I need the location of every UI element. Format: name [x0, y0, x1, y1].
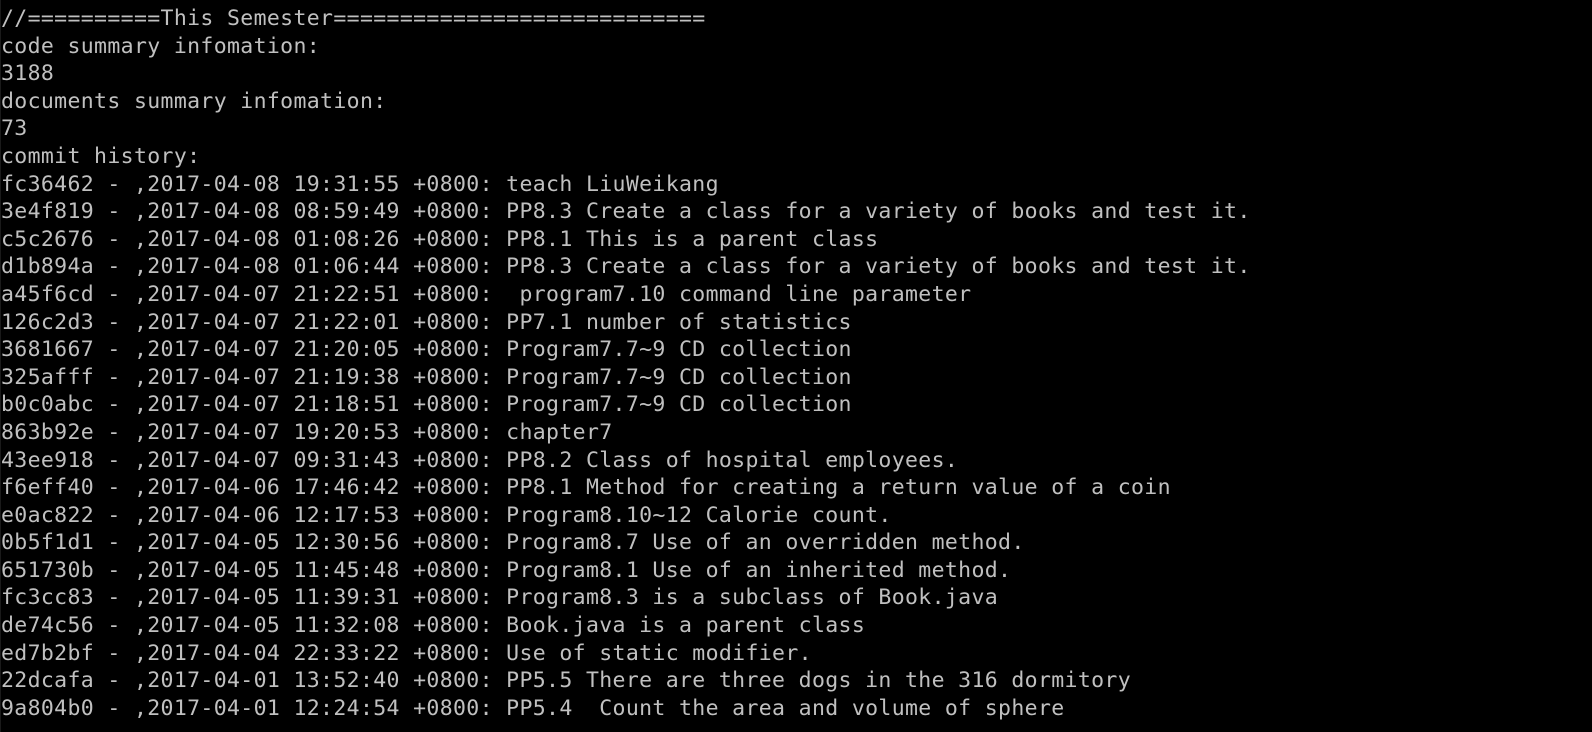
commit-line: e0ac822 - ,2017-04-06 12:17:53 +0800: Pr…	[1, 502, 892, 528]
commit-line: d1b894a - ,2017-04-08 01:06:44 +0800: PP…	[1, 254, 1251, 280]
commit-line: b0c0abc - ,2017-04-07 21:18:51 +0800: Pr…	[1, 392, 852, 418]
commit-line: de74c56 - ,2017-04-05 11:32:08 +0800: Bo…	[1, 613, 866, 639]
commit-line: 9a804b0 - ,2017-04-01 12:24:54 +0800: PP…	[1, 695, 1065, 721]
documents-summary-label: documents summary infomation:	[1, 88, 387, 114]
terminal-output: //==========This Semester===============…	[0, 0, 1592, 722]
code-summary-value: 3188	[1, 61, 55, 87]
commit-line: fc3cc83 - ,2017-04-05 11:39:31 +0800: Pr…	[1, 585, 999, 611]
commit-line: fc36462 - ,2017-04-08 19:31:55 +0800: te…	[1, 171, 719, 197]
commit-line: 863b92e - ,2017-04-07 19:20:53 +0800: ch…	[1, 419, 613, 445]
commit-line: c5c2676 - ,2017-04-08 01:08:26 +0800: PP…	[1, 226, 879, 252]
window-left-edge	[0, 0, 1, 732]
semester-header-line: //==========This Semester===============…	[1, 6, 706, 31]
commit-line: 3681667 - ,2017-04-07 21:20:05 +0800: Pr…	[1, 337, 852, 363]
terminal-window[interactable]: //==========This Semester===============…	[0, 0, 1592, 732]
commit-line: 126c2d3 - ,2017-04-07 21:22:01 +0800: PP…	[1, 309, 852, 335]
commit-line: a45f6cd - ,2017-04-07 21:22:51 +0800: pr…	[1, 281, 972, 307]
commit-line: 651730b - ,2017-04-05 11:45:48 +0800: Pr…	[1, 557, 1012, 583]
code-summary-label: code summary infomation:	[1, 33, 321, 59]
commit-line: 3e4f819 - ,2017-04-08 08:59:49 +0800: PP…	[1, 199, 1251, 225]
commit-line: ed7b2bf - ,2017-04-04 22:33:22 +0800: Us…	[1, 640, 812, 666]
documents-summary-value: 73	[1, 116, 28, 142]
commit-line: 0b5f1d1 - ,2017-04-05 12:30:56 +0800: Pr…	[1, 530, 1025, 556]
commit-line: 325afff - ,2017-04-07 21:19:38 +0800: Pr…	[1, 364, 852, 390]
commit-line: 22dcafa - ,2017-04-01 13:52:40 +0800: PP…	[1, 668, 1131, 694]
commit-line: 43ee918 - ,2017-04-07 09:31:43 +0800: PP…	[1, 447, 959, 473]
commit-history-label: commit history:	[1, 143, 201, 169]
commit-line: f6eff40 - ,2017-04-06 17:46:42 +0800: PP…	[1, 475, 1171, 501]
